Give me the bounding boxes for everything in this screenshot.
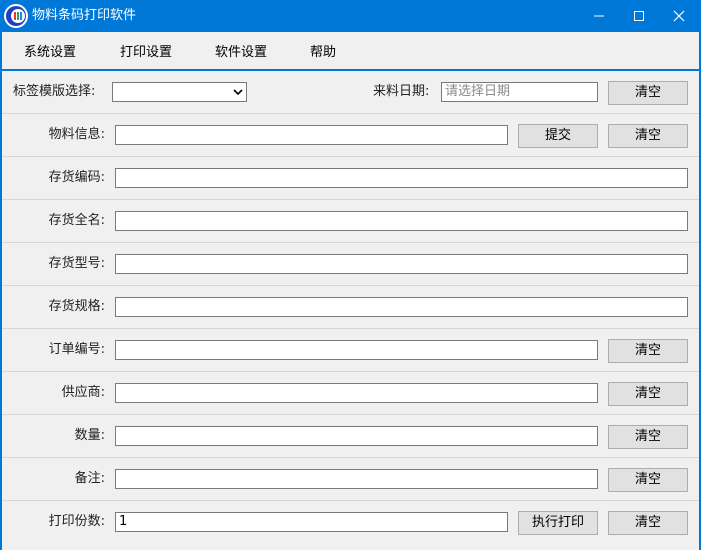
maximize-button[interactable] [619, 0, 659, 32]
form-row-order-number: 订单编号: 清空 [2, 329, 699, 372]
arrival-date-input[interactable]: 请选择日期 [441, 82, 598, 102]
arrival-date-label: 来料日期: [373, 84, 430, 99]
quantity-label: 数量: [74, 428, 105, 443]
form-row-inventory-name: 存货全名: [2, 200, 699, 243]
minimize-button[interactable] [579, 0, 619, 32]
form-row-material-info: 物料信息: 提交 清空 [2, 114, 699, 157]
form-row-inventory-spec: 存货规格: [2, 286, 699, 329]
template-label: 标签模版选择: [13, 84, 96, 99]
arrival-date-clear-button[interactable]: 清空 [608, 81, 688, 105]
order-number-input[interactable] [115, 340, 598, 360]
order-number-clear-button[interactable]: 清空 [608, 339, 688, 363]
supplier-label: 供应商: [61, 385, 105, 400]
barcode-form: 标签模版选择: 来料日期: 请选择日期 清空 物料信息: 提交 清空 存货编码:… [2, 71, 699, 550]
inventory-name-input[interactable] [115, 211, 688, 231]
close-icon [673, 10, 685, 21]
copies-label: 打印份数: [48, 514, 105, 529]
app-logo-icon [4, 4, 28, 28]
form-row-quantity: 数量: 清空 [2, 415, 699, 458]
chevron-down-icon [233, 89, 243, 96]
menu-bar: 系统设置 打印设置 软件设置 帮助 [2, 32, 699, 71]
inventory-code-input[interactable] [115, 168, 688, 188]
menu-help[interactable]: 帮助 [310, 44, 336, 62]
window-title: 物料条码打印软件 [32, 8, 137, 23]
copies-input[interactable]: 1 [115, 512, 508, 532]
order-number-label: 订单编号: [48, 342, 105, 357]
supplier-clear-button[interactable]: 清空 [608, 382, 688, 406]
form-row-remark: 备注: 清空 [2, 458, 699, 501]
remark-clear-button[interactable]: 清空 [608, 468, 688, 492]
copies-clear-button[interactable]: 清空 [608, 511, 688, 535]
remark-label: 备注: [74, 471, 105, 486]
quantity-clear-button[interactable]: 清空 [608, 425, 688, 449]
submit-button[interactable]: 提交 [518, 124, 598, 148]
menu-system-settings[interactable]: 系统设置 [24, 44, 76, 62]
inventory-model-label: 存货型号: [48, 256, 105, 271]
client-area: 系统设置 打印设置 软件设置 帮助 标签模版选择: 来料日期: 请选择日期 清空… [2, 32, 699, 550]
material-info-label: 物料信息: [48, 127, 105, 142]
execute-print-button[interactable]: 执行打印 [518, 511, 598, 535]
form-row-template: 标签模版选择: 来料日期: 请选择日期 清空 [2, 71, 699, 114]
menu-software-settings[interactable]: 软件设置 [215, 44, 267, 62]
remark-input[interactable] [115, 469, 598, 489]
inventory-spec-input[interactable] [115, 297, 688, 317]
menu-print-settings[interactable]: 打印设置 [120, 44, 172, 62]
inventory-code-label: 存货编码: [48, 170, 105, 185]
quantity-input[interactable] [115, 426, 598, 446]
material-info-input[interactable] [115, 125, 508, 145]
inventory-name-label: 存货全名: [48, 213, 105, 228]
form-row-supplier: 供应商: 清空 [2, 372, 699, 415]
form-row-inventory-model: 存货型号: [2, 243, 699, 286]
form-row-copies: 打印份数: 1 执行打印 清空 [2, 501, 699, 544]
supplier-input[interactable] [115, 383, 598, 403]
maximize-icon [634, 10, 644, 21]
inventory-model-input[interactable] [115, 254, 688, 274]
minimize-icon [594, 15, 604, 16]
close-button[interactable] [659, 0, 699, 32]
title-bar: 物料条码打印软件 [0, 0, 701, 32]
inventory-spec-label: 存货规格: [48, 299, 105, 314]
form-row-inventory-code: 存货编码: [2, 157, 699, 200]
template-select[interactable] [112, 82, 247, 102]
material-info-clear-button[interactable]: 清空 [608, 124, 688, 148]
